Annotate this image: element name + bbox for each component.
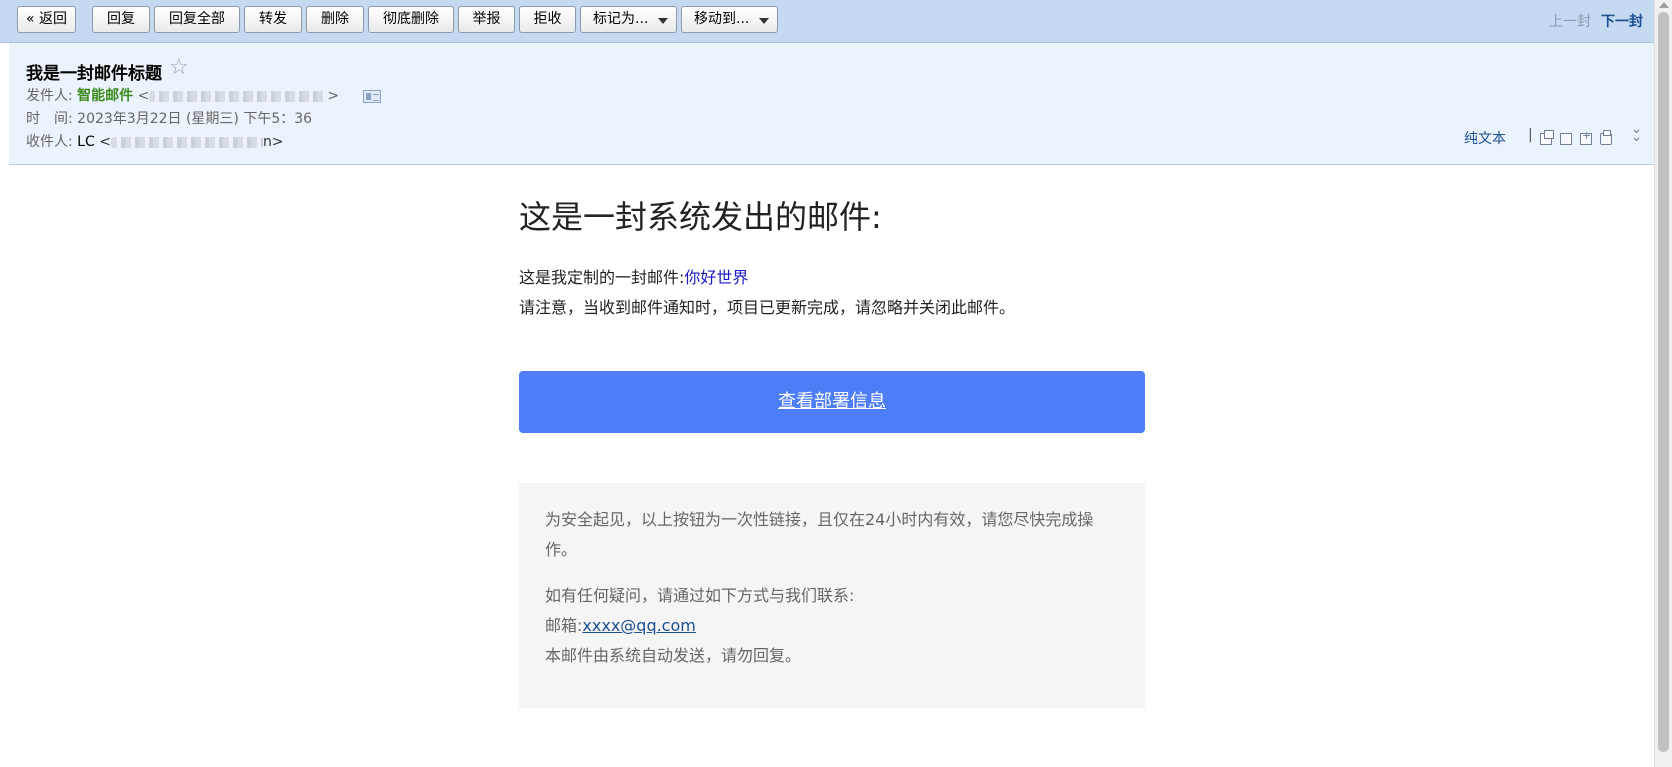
security-notice-box: 为安全起见，以上按钮为一次性链接，且仅在24小时内有效，请您尽快完成操作。 如有… (519, 483, 1145, 708)
mailbox-label: 邮箱: (545, 616, 583, 635)
move-to-dropdown[interactable]: 移动到... (681, 6, 778, 33)
to-row: 收件人: LC < n> (26, 134, 284, 150)
redacted-sender-email (149, 90, 328, 102)
mailbox-line: 邮箱:xxxx@qq.com (545, 611, 1119, 641)
reply-all-button[interactable]: 回复全部 (154, 6, 240, 33)
mark-as-label: 标记为... (593, 11, 649, 27)
print-icon[interactable] (1600, 130, 1612, 145)
prev-mail-link[interactable]: 上一封 (1549, 11, 1591, 31)
time-row: 时 间: 2023年3月22日 (星期三) 下午5：36 (26, 108, 312, 128)
reply-button[interactable]: 回复 (92, 6, 150, 33)
next-mail-link[interactable]: 下一封 (1601, 11, 1643, 31)
from-row: 发件人: 智能邮件 < > (26, 88, 340, 104)
mail-header: 我是一封邮件标题 ☆ 发件人: 智能邮件 < > 时 间: 2023年3月22日 … (9, 43, 1654, 165)
custom-highlight: 你好世界 (684, 268, 749, 287)
chevron-down-icon (658, 18, 668, 24)
move-to-label: 移动到... (694, 11, 750, 27)
reject-button[interactable]: 拒收 (519, 6, 576, 33)
custom-line: 这是我定制的一封邮件:你好世界 (519, 264, 748, 288)
sender-name[interactable]: 智能邮件 (77, 88, 133, 104)
security-note: 为安全起见，以上按钮为一次性链接，且仅在24小时内有效，请您尽快完成操作。 (545, 510, 1094, 559)
to-label: 收件人: (26, 134, 73, 150)
recipient-email-suffix: n> (262, 134, 284, 150)
plain-text-link[interactable]: 纯文本 (1464, 128, 1506, 148)
view-deploy-info-button[interactable]: 查看部署信息 (519, 371, 1145, 433)
delete-button[interactable]: 删除 (306, 6, 364, 33)
scroll-up-arrow-icon[interactable] (1659, 2, 1669, 8)
mark-as-dropdown[interactable]: 标记为... (580, 6, 677, 33)
custom-prefix: 这是我定制的一封邮件: (519, 268, 685, 287)
separator: | (1528, 127, 1533, 143)
mailbox-email-link[interactable]: xxxx@qq.com (582, 616, 695, 635)
time-value: 2023年3月22日 (星期三) 下午5：36 (77, 111, 313, 127)
chevron-double-down-icon[interactable]: ⌄ ⌄ (1631, 123, 1642, 144)
forward-button[interactable]: 转发 (244, 6, 302, 33)
delete-permanent-button[interactable]: 彻底删除 (368, 6, 454, 33)
auto-note: 本邮件由系统自动发送，请勿回复。 (545, 646, 802, 665)
report-button[interactable]: 举报 (458, 6, 515, 33)
back-button[interactable]: « 返回 (17, 6, 76, 33)
email-title: 这是一封系统发出的邮件: (519, 198, 882, 236)
from-label: 发件人: (26, 88, 73, 104)
new-window-icon[interactable] (1540, 130, 1554, 145)
toolbar: « 返回 回复 回复全部 转发 删除 彻底删除 举报 拒收 标记为... 移动到… (0, 0, 1654, 43)
notice-line: 请注意，当收到邮件通知时，项目已更新完成，请忽略并关闭此邮件。 (519, 298, 1016, 317)
time-label: 时 间: (26, 111, 73, 127)
scrollbar[interactable] (1654, 0, 1672, 767)
contact-card-icon[interactable] (363, 90, 381, 103)
redacted-recipient-email (110, 136, 263, 148)
scroll-thumb[interactable] (1658, 12, 1669, 752)
mail-subject: 我是一封邮件标题 (26, 64, 162, 84)
add-to-folder-icon[interactable] (1580, 129, 1592, 145)
memo-icon[interactable] (1560, 133, 1572, 145)
star-icon[interactable]: ☆ (169, 55, 189, 80)
contact-intro: 如有任何疑问，请通过如下方式与我们联系: (545, 586, 855, 605)
recipient-name[interactable]: LC (77, 134, 95, 150)
chevron-down-icon (759, 18, 769, 24)
